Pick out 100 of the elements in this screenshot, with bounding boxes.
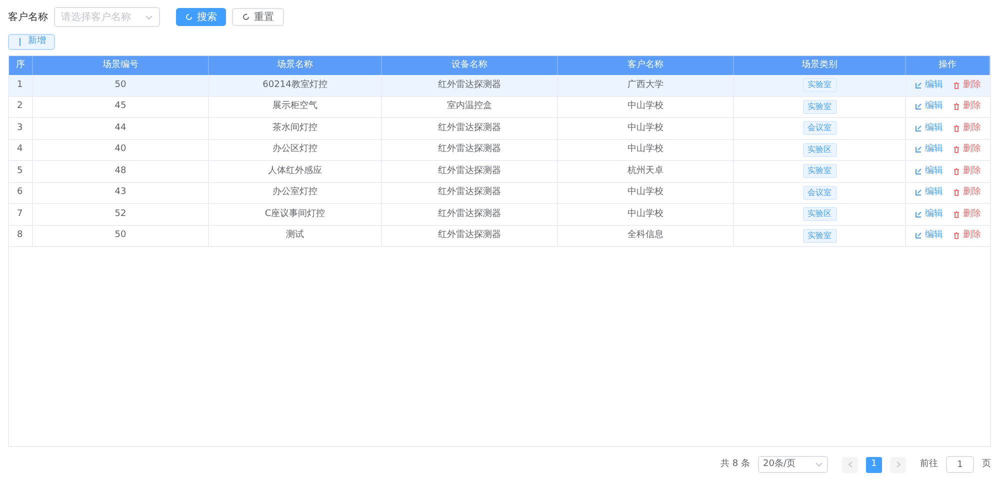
table-row[interactable]: 5 48 人体红外感应 红外雷达探测器 杭州天卓 实验室 编辑 删除 [9, 161, 990, 182]
delete-link[interactable]: 删除 [953, 164, 981, 178]
table-cell-text: 7 [17, 208, 23, 220]
trash-icon [953, 124, 960, 132]
delete-link[interactable]: 删除 [953, 229, 981, 242]
edit-link[interactable]: 编辑 [915, 100, 943, 114]
table-cell-text: 中山学校 [628, 208, 664, 220]
table-cell-text: 43 [114, 186, 126, 199]
table-cell-text: 红外雷达探测器 [438, 229, 501, 242]
table-cell-text: 中山学校 [628, 186, 664, 199]
edit-link[interactable]: 编辑 [915, 143, 943, 156]
edit-icon [915, 124, 922, 132]
search-button[interactable]: 搜索 [176, 8, 226, 26]
edit-icon [915, 82, 922, 89]
table-cell-text: 测试 [286, 229, 304, 242]
trash-icon [953, 82, 960, 89]
add-button[interactable]: 新增 [8, 34, 55, 50]
table-cell-text: 全科信息 [628, 229, 664, 242]
next-page-button[interactable] [890, 456, 906, 472]
table-cell-text: 2 [17, 100, 23, 113]
table-cell-text: 50 [114, 229, 126, 242]
refresh-icon [242, 13, 250, 21]
edit-icon [915, 168, 922, 175]
table-row[interactable]: 7 52 C座议事间灯控 红外雷达探测器 中山学校 实验区 编辑 删除 [9, 204, 990, 226]
delete-link[interactable]: 删除 [953, 100, 981, 114]
edit-icon [915, 189, 922, 196]
category-tag: 会议室 [802, 121, 836, 136]
table-cell-text: 红外雷达探测器 [438, 122, 501, 134]
table-cell-text: 60214教室灯控 [262, 78, 328, 92]
table-cell-text: 44 [114, 122, 126, 134]
trash-icon [953, 210, 960, 218]
table-cell-text: 茶水间灯控 [272, 122, 318, 134]
page-button[interactable]: 1 [866, 456, 882, 472]
table-cell-text: 中山学校 [628, 100, 664, 113]
delete-link[interactable]: 删除 [953, 122, 981, 135]
trash-icon [953, 146, 960, 154]
edit-icon [915, 103, 922, 110]
category-tag: 实验室 [802, 100, 836, 114]
table-cell-text: 红外雷达探测器 [438, 164, 501, 178]
table-cell-text: 8 [17, 229, 23, 242]
table-cell-text: 1 [17, 78, 23, 92]
trash-icon [953, 232, 960, 240]
table-cell-text: 办公室灯控 [272, 186, 318, 199]
table-row[interactable]: 3 44 茶水间灯控 红外雷达探测器 中山学校 会议室 编辑 删除 [9, 118, 990, 140]
table-cell-text: 中山学校 [628, 122, 664, 134]
edit-link[interactable]: 编辑 [915, 229, 943, 242]
edit-link[interactable]: 编辑 [915, 208, 943, 221]
prev-page-button[interactable] [842, 456, 858, 472]
category-tag: 会议室 [802, 186, 836, 200]
edit-link[interactable]: 编辑 [915, 164, 943, 178]
table-cell-text: 杭州天卓 [628, 164, 664, 178]
edit-icon [915, 146, 922, 154]
delete-link[interactable]: 删除 [953, 186, 981, 200]
chevron-down-icon [145, 14, 153, 20]
reset-button[interactable]: 重置 [232, 8, 284, 26]
delete-link[interactable]: 删除 [953, 143, 981, 156]
table-cell-text: 中山学校 [628, 143, 664, 156]
trash-icon [953, 103, 960, 110]
table-row[interactable]: 8 50 测试 红外雷达探测器 全科信息 实验室 编辑 删除 [9, 226, 990, 247]
table-cell-text: 5 [17, 164, 23, 178]
table-row[interactable]: 1 50 60214教室灯控 红外雷达探测器 广西大学 实验室 编辑 删除 [9, 75, 990, 96]
edit-link[interactable]: 编辑 [915, 186, 943, 200]
table-row[interactable]: 6 43 办公室灯控 红外雷达探测器 中山学校 会议室 编辑 删除 [9, 182, 990, 204]
category-tag: 实验室 [802, 78, 836, 92]
page-size-select[interactable]: 20条/页 [758, 456, 828, 473]
edit-link[interactable]: 编辑 [915, 122, 943, 135]
table-cell-text: 展示柜空气 [272, 100, 318, 113]
edit-icon [915, 210, 922, 218]
customer-select[interactable]: 请选择客户名称 [54, 7, 160, 27]
page-input[interactable]: 1 [946, 456, 974, 473]
table-cell-text: 红外雷达探测器 [438, 143, 501, 156]
category-tag: 实验区 [802, 207, 836, 222]
table-cell-text: 50 [114, 78, 126, 92]
table-cell-text: 45 [114, 100, 126, 113]
trash-icon [953, 168, 960, 175]
trash-icon [953, 189, 960, 196]
page-unit-label: 页 [982, 458, 991, 471]
table-cell-text: 人体红外感应 [268, 164, 322, 178]
table-cell-text: 4 [17, 143, 23, 156]
category-tag: 实验室 [802, 164, 836, 178]
edit-link[interactable]: 编辑 [915, 78, 943, 92]
table-cell-text: 红外雷达探测器 [438, 186, 501, 199]
bar-icon [17, 38, 23, 46]
table-row[interactable]: 2 45 展示柜空气 室内温控盒 中山学校 实验室 编辑 删除 [9, 96, 990, 118]
filter-label: 客户名称 [8, 10, 48, 24]
refresh-icon [185, 13, 193, 21]
delete-link[interactable]: 删除 [953, 208, 981, 221]
chevron-right-icon [896, 461, 900, 468]
chevron-left-icon [848, 461, 852, 468]
delete-link[interactable]: 删除 [953, 78, 981, 92]
chevron-down-icon [815, 462, 823, 467]
table-cell-text: 52 [114, 208, 126, 220]
total-count: 共 8 条 [720, 458, 750, 471]
table-cell-text: 广西大学 [628, 78, 664, 92]
category-tag: 实验区 [802, 142, 836, 157]
table-cell-text: 红外雷达探测器 [438, 78, 501, 92]
table-cell-text: 48 [114, 164, 126, 178]
table-cell-text: 6 [17, 186, 23, 199]
goto-label: 前往 [920, 458, 938, 471]
table-row[interactable]: 4 40 办公区灯控 红外雷达探测器 中山学校 实验区 编辑 删除 [9, 140, 990, 161]
